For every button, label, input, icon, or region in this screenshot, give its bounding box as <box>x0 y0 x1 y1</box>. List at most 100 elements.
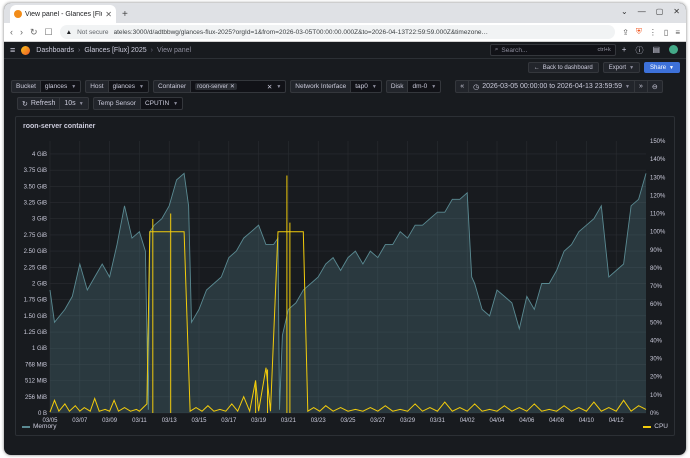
avatar[interactable] <box>669 44 678 54</box>
tab-bar: View panel - Glances [Flu… ✕ + ⌄ — ▢ ✕ <box>4 3 686 23</box>
close-window-icon[interactable]: ✕ <box>673 7 680 16</box>
y-right-tick-label: 140% <box>650 157 666 163</box>
legend-memory[interactable]: Memory <box>22 423 56 430</box>
x-tick-label: 03/23 <box>311 418 327 424</box>
y-right-tick-label: 70% <box>650 284 663 290</box>
variable-value[interactable]: CPUTIN ▼ <box>139 97 184 110</box>
address-bar: ‹ › ↻ ☐ ▲ Not secure ateles:3000/d/adtbb… <box>4 23 686 42</box>
variable-bucket[interactable]: Bucket glances ▼ <box>11 80 82 93</box>
breadcrumb-dashboard[interactable]: Glances [Flux] 2025 <box>84 47 146 54</box>
url-field[interactable]: ▲ Not secure ateles:3000/d/adtbbwg/glanc… <box>59 25 616 39</box>
x-tick-label: 04/08 <box>549 418 565 424</box>
y-left-tick-label: 1 GiB <box>32 346 47 352</box>
extensions-icon[interactable]: ⋮ <box>649 28 657 37</box>
legend-cpu[interactable]: CPU <box>643 423 668 430</box>
sidebar-icon[interactable]: ▯ <box>664 28 668 37</box>
news-icon[interactable]: ▤ <box>652 45 660 56</box>
variable-value[interactable]: roon-server ✕ ✕ ▼ <box>190 80 287 93</box>
refresh-button[interactable]: ↻ Refresh <box>17 97 61 110</box>
legend-label: CPU <box>654 423 668 430</box>
menu-icon[interactable]: ≡ <box>675 28 680 37</box>
y-left-tick-label: 2 GiB <box>32 281 47 287</box>
y-left-tick-label: 512 MiB <box>25 379 47 385</box>
variable-value-text: glances <box>44 83 68 90</box>
bookmark-icon[interactable]: ☐ <box>45 27 53 38</box>
x-tick-label: 04/02 <box>460 418 476 424</box>
x-tick-label: 03/21 <box>281 418 297 424</box>
back-to-dashboard-label: Back to dashboard <box>542 64 593 71</box>
y-right-tick-label: 90% <box>650 248 663 254</box>
back-to-dashboard-button[interactable]: ← Back to dashboard <box>527 62 599 73</box>
variable-host[interactable]: Host glances ▼ <box>85 80 149 93</box>
variable-value[interactable]: glances ▼ <box>39 80 82 93</box>
variable-value[interactable]: dm-0 ▼ <box>407 80 442 93</box>
brave-shield-icon[interactable]: ⛨ <box>636 27 642 37</box>
y-left-tick-label: 768 MiB <box>25 362 47 368</box>
maximize-icon[interactable]: ▢ <box>656 7 664 16</box>
clear-icon[interactable]: ✕ <box>267 83 272 91</box>
zoom-out-icon[interactable]: ⊖ <box>647 80 663 93</box>
breadcrumb: Dashboards › Glances [Flux] 2025 › View … <box>36 47 191 54</box>
time-shift-back-icon[interactable]: « <box>455 80 470 93</box>
minimize-icon[interactable]: — <box>638 7 646 16</box>
y-left-tick-label: 2.50 GiB <box>24 249 47 255</box>
y-right-tick-label: 0% <box>650 411 659 417</box>
breadcrumb-dashboards[interactable]: Dashboards <box>36 47 74 54</box>
chevron-down-icon: ▼ <box>669 64 674 71</box>
header-icons: + ⓘ ▤ <box>622 44 678 56</box>
share-button[interactable]: Share ▼ <box>644 62 680 73</box>
new-tab-button[interactable]: + <box>122 9 128 20</box>
export-button[interactable]: Export ▼ <box>602 62 641 73</box>
variable-label: Temp Sensor <box>92 97 140 110</box>
warning-icon: ▲ <box>65 28 73 36</box>
export-label: Export <box>608 64 627 71</box>
container-chip[interactable]: roon-server ✕ <box>195 83 237 90</box>
y-right-tick-label: 100% <box>650 230 666 236</box>
browser-tab[interactable]: View panel - Glances [Flu… ✕ <box>10 5 116 23</box>
y-right-tick-label: 80% <box>650 266 663 272</box>
close-tab-icon[interactable]: ✕ <box>105 10 112 19</box>
time-picker: « ◷ 2026-03-05 00:00:00 to 2026-04-13 23… <box>455 80 663 93</box>
y-right-tick-label: 50% <box>650 320 663 326</box>
tab-list-icon[interactable]: ⌄ <box>621 7 628 16</box>
search-input[interactable]: ⌕ Search... ctrl+k <box>489 44 616 56</box>
forward-icon[interactable]: › <box>20 27 23 37</box>
refresh-interval-button[interactable]: 10s ▼ <box>60 97 89 110</box>
y-right-tick-label: 30% <box>650 357 663 363</box>
share-page-icon[interactable]: ⇪ <box>622 28 629 37</box>
add-button[interactable]: + <box>622 45 627 56</box>
x-tick-label: 03/07 <box>72 418 88 424</box>
timeseries-chart[interactable]: 0 B 256 MiB 512 MiB 768 MiB 1 GiB 1.25 GiB 1.5… <box>16 131 674 431</box>
variable-value-text: CPUTIN <box>144 100 170 107</box>
variable-value-text: dm-0 <box>412 83 428 90</box>
chevron-down-icon: ▼ <box>431 83 437 90</box>
variable-label: Bucket <box>11 80 40 93</box>
variable-container[interactable]: Container roon-server ✕ ✕ ▼ <box>152 80 287 93</box>
breadcrumb-separator-icon: › <box>150 46 153 54</box>
reload-icon[interactable]: ↻ <box>30 27 38 38</box>
variable-value[interactable]: glances ▼ <box>107 80 149 93</box>
x-tick-label: 03/11 <box>132 418 147 424</box>
menu-toggle-icon[interactable]: ≡ <box>10 45 15 55</box>
chevron-down-icon: ▼ <box>71 83 77 90</box>
variable-network-interface[interactable]: Network Interface tap0 ▼ <box>290 80 382 93</box>
panel-title: roon-server container <box>23 123 96 130</box>
time-range-button[interactable]: ◷ 2026-03-05 00:00:00 to 2026-04-13 23:5… <box>469 80 635 93</box>
variable-temp-sensor[interactable]: Temp Sensor CPUTIN ▼ <box>92 97 184 110</box>
remove-chip-icon[interactable]: ✕ <box>230 83 235 90</box>
variables-bar: Bucket glances ▼ Host glances ▼ Container … <box>4 76 686 110</box>
grafana-logo-icon[interactable] <box>21 45 31 55</box>
variable-value[interactable]: tap0 ▼ <box>350 80 382 93</box>
back-icon[interactable]: ‹ <box>10 27 13 37</box>
clock-icon: ◷ <box>473 83 480 91</box>
panel: roon-server container 0 B 256 MiB 512 MiB 7… <box>15 116 675 436</box>
time-shift-forward-icon[interactable]: » <box>634 80 648 93</box>
x-tick-label: 03/13 <box>162 418 178 424</box>
dashboard-toolbar: ← Back to dashboard Export ▼ Share ▼ <box>4 59 686 76</box>
help-icon[interactable]: ⓘ <box>635 45 643 56</box>
not-secure-label: Not secure <box>77 28 109 36</box>
y-left-tick-label: 256 MiB <box>25 395 47 401</box>
chevron-down-icon: ▼ <box>173 100 179 107</box>
chevron-down-icon: ▼ <box>624 83 630 90</box>
variable-disk[interactable]: Disk dm-0 ▼ <box>385 80 442 93</box>
